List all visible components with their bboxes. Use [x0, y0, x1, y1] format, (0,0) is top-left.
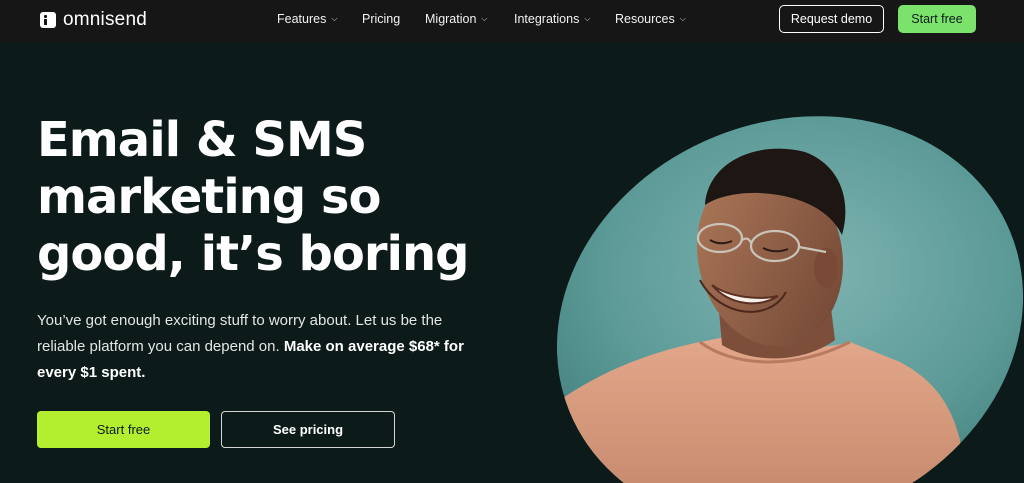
nav-item-label: Pricing — [362, 12, 401, 26]
headline-line: good, it’s boring — [37, 226, 470, 282]
nav-item-integrations[interactable]: Integrations ⌵ — [514, 12, 590, 26]
nav-item-features[interactable]: Features ⌵ — [277, 12, 337, 26]
headline-line: marketing so — [37, 169, 381, 225]
hero-subtext: You’ve got enough exciting stuff to worr… — [37, 308, 467, 386]
headline-line: Email & SMS — [37, 112, 367, 168]
start-free-nav-button[interactable]: Start free — [898, 5, 976, 33]
nav-item-label: Features — [277, 12, 327, 26]
nav-item-resources[interactable]: Resources ⌵ — [615, 12, 686, 26]
hero-headline: Email & SMS marketing so good, it’s bori… — [37, 112, 537, 283]
see-pricing-button[interactable]: See pricing — [221, 411, 395, 448]
nav-item-migration[interactable]: Migration ⌵ — [425, 12, 488, 26]
logo-text: omnisend — [63, 9, 147, 30]
chevron-down-icon: ⌵ — [679, 14, 686, 23]
omnisend-logo[interactable]: omnisend — [40, 9, 147, 31]
chevron-down-icon: ⌵ — [481, 14, 488, 23]
request-demo-button[interactable]: Request demo — [779, 5, 884, 33]
nav-item-label: Migration — [425, 12, 477, 26]
nav-item-pricing[interactable]: Pricing — [362, 12, 400, 26]
chevron-down-icon: ⌵ — [584, 14, 591, 23]
start-free-button[interactable]: Start free — [37, 411, 210, 448]
chevron-down-icon: ⌵ — [331, 14, 338, 23]
top-nav: omnisend Features ⌵ Pricing Migration ⌵ … — [0, 0, 1024, 42]
omnisend-logo-icon — [40, 12, 56, 28]
nav-item-label: Integrations — [514, 12, 580, 26]
nav-item-label: Resources — [615, 12, 675, 26]
